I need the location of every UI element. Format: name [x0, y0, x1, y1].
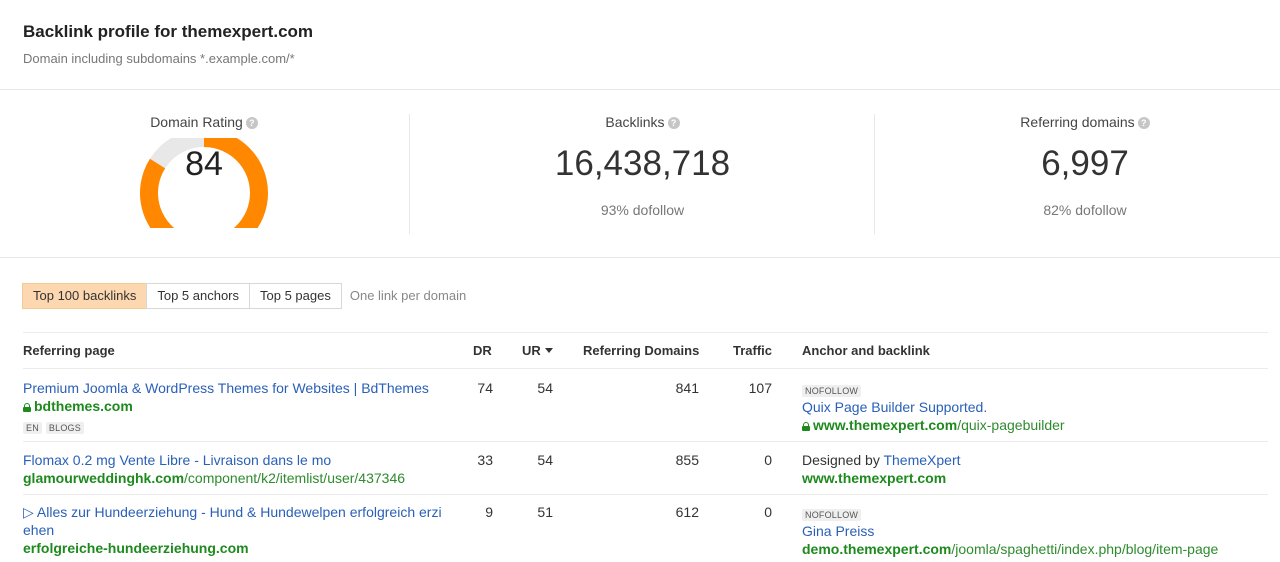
anchor-text[interactable]: Quix Page Builder Supported.	[802, 399, 987, 415]
backlinks-dofollow: 93% dofollow	[600, 202, 685, 218]
help-icon[interactable]: ?	[245, 117, 258, 129]
domain-rating-metric: Domain Rating?	[139, 114, 269, 130]
referring-page-url[interactable]: glamourweddinghk.com/component/k2/itemli…	[23, 470, 405, 486]
referring-page-title[interactable]: Flomax 0.2 mg Vente Libre - Livraison da…	[23, 452, 331, 468]
column-traffic[interactable]: Traffic	[733, 343, 772, 358]
backlink-url[interactable]: demo.themexpert.com/joomla/spaghetti/ind…	[802, 541, 1218, 557]
domain-rating-value: 84	[185, 145, 223, 183]
nofollow-badge: NOFOLLOW	[802, 381, 865, 397]
metrics-divider	[0, 257, 1280, 258]
referring-domains-value[interactable]: 855	[600, 452, 699, 468]
referring-page-url[interactable]: bdthemes.com	[23, 398, 133, 414]
referring-domains-dofollow: 82% dofollow	[1043, 202, 1127, 218]
tag-badge: BLOGS	[45, 422, 84, 434]
ur-value: 54	[537, 380, 553, 396]
referring-page-title[interactable]: Premium Joomla & WordPress Themes for We…	[23, 380, 429, 396]
one-link-per-domain-option[interactable]: One link per domain	[350, 283, 466, 309]
column-ur[interactable]: UR	[522, 343, 553, 358]
referring-domains-value[interactable]: 612	[600, 504, 699, 520]
backlink-url[interactable]: www.themexpert.com	[802, 470, 946, 486]
referring-page-title-continued[interactable]: ehen	[23, 522, 54, 538]
header-divider	[0, 89, 1280, 90]
referring-domains-value[interactable]: 841	[600, 380, 699, 396]
referring-page-title[interactable]: ▷ Alles zur Hundeerziehung - Hund & Hund…	[23, 504, 442, 521]
traffic-value: 0	[764, 452, 772, 468]
referring-page-url[interactable]: erfolgreiche-hundeerziehung.com	[23, 540, 249, 556]
dr-value: 74	[477, 380, 493, 396]
help-icon[interactable]: ?	[667, 117, 680, 129]
tag-badge: EN	[23, 422, 42, 434]
referring-domains-metric: Referring domains? 6,997 82% dofollow	[990, 114, 1180, 218]
backlink-tabs: Top 100 backlinks Top 5 anchors Top 5 pa…	[22, 283, 466, 309]
tab-top-5-anchors[interactable]: Top 5 anchors	[146, 283, 251, 309]
page-header: Backlink profile for themexpert.com Doma…	[23, 22, 313, 66]
lock-icon	[23, 403, 31, 412]
column-referring-page: Referring page	[23, 343, 115, 358]
column-referring-domains[interactable]: Referring Domains	[583, 343, 699, 358]
metric-divider	[874, 114, 875, 234]
header-bottom-border	[23, 368, 1268, 369]
backlinks-label: Backlinks	[605, 114, 665, 130]
domain-rating-label: Domain Rating	[150, 114, 243, 130]
row-divider	[23, 441, 1268, 442]
traffic-value: 107	[748, 380, 772, 396]
backlinks-metric: Backlinks? 16,438,718 93% dofollow	[530, 114, 755, 218]
row-divider	[23, 494, 1268, 495]
column-anchor-and-backlink: Anchor and backlink	[802, 343, 930, 358]
anchor-text: Designed by ThemeXpert	[802, 452, 961, 468]
backlinks-value[interactable]: 16,438,718	[530, 144, 755, 184]
tab-top-100-backlinks[interactable]: Top 100 backlinks	[22, 283, 148, 309]
nofollow-badge: NOFOLLOW	[802, 505, 865, 521]
help-icon[interactable]: ?	[1137, 117, 1150, 129]
dr-value: 9	[485, 504, 493, 520]
page-subtitle: Domain including subdomains *.example.co…	[23, 51, 295, 66]
sort-desc-icon	[544, 348, 553, 353]
referring-domains-label: Referring domains	[1020, 114, 1135, 130]
metric-divider	[409, 114, 410, 234]
page-tags: EN BLOGS	[23, 418, 88, 434]
ur-value: 51	[537, 504, 553, 520]
anchor-text[interactable]: Gina Preiss	[802, 523, 874, 539]
dr-value: 33	[477, 452, 493, 468]
tab-top-5-pages[interactable]: Top 5 pages	[249, 283, 342, 309]
page-title: Backlink profile for themexpert.com	[23, 22, 314, 41]
traffic-value: 0	[764, 504, 772, 520]
table-top-border	[23, 332, 1268, 333]
backlink-url[interactable]: www.themexpert.com/quix-pagebuilder	[802, 417, 1065, 433]
referring-domains-value[interactable]: 6,997	[990, 144, 1180, 184]
ur-value: 54	[537, 452, 553, 468]
lock-icon	[802, 422, 810, 431]
column-dr[interactable]: DR	[473, 343, 492, 358]
